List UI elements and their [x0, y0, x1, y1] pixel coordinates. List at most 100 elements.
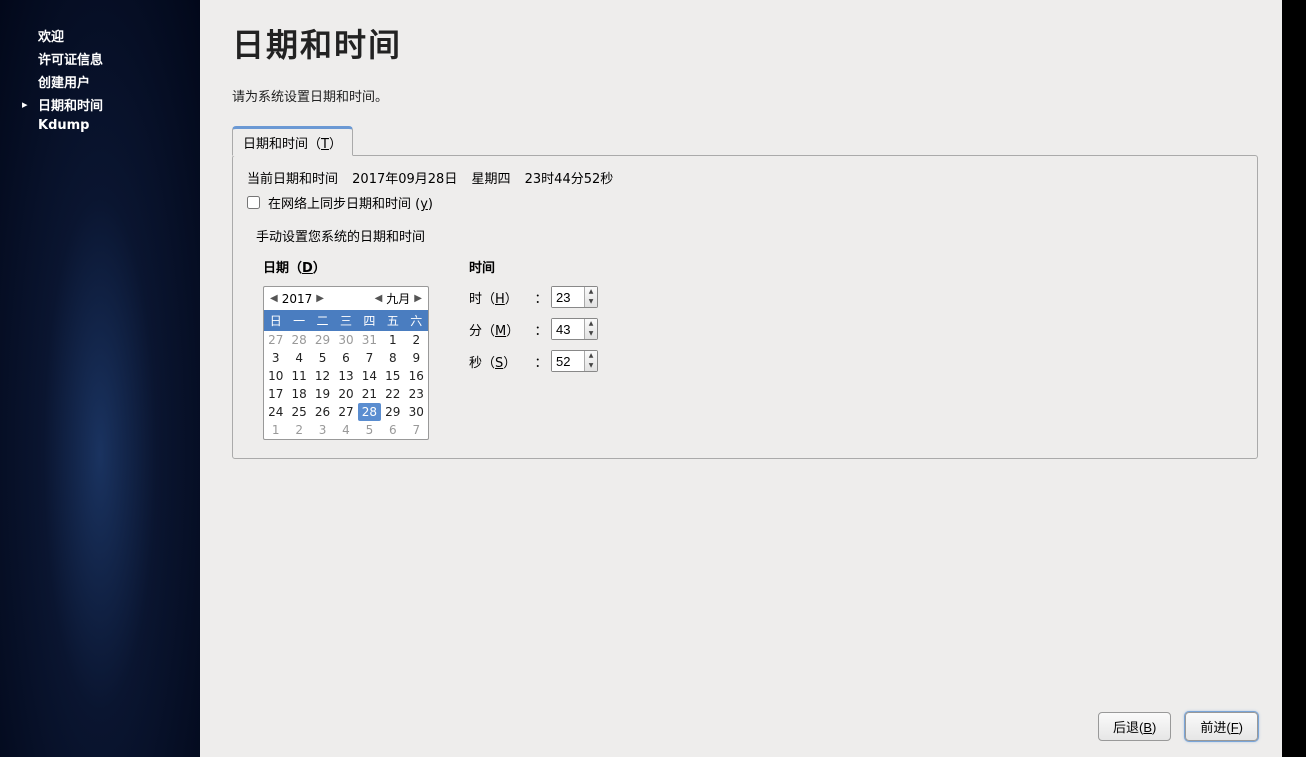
page-subtitle: 请为系统设置日期和时间。 — [232, 86, 1258, 105]
calendar-day[interactable]: 23 — [405, 385, 428, 403]
sidebar-item-create-user[interactable]: 创建用户 — [0, 70, 200, 93]
calendar-day[interactable]: 29 — [311, 331, 334, 349]
network-sync-label[interactable]: 在网络上同步日期和时间 (y) — [268, 193, 433, 212]
calendar-day[interactable]: 4 — [334, 421, 357, 439]
hour-spinner[interactable]: ▲ ▼ — [551, 286, 598, 308]
current-time: 23时44分52秒 — [525, 172, 614, 187]
calendar-day[interactable]: 6 — [334, 349, 357, 367]
tab-shortcut: T — [321, 137, 329, 152]
calendar-day[interactable]: 1 — [381, 331, 404, 349]
datetime-panel: 当前日期和时间 2017年09月28日 星期四 23时44分52秒 在网络上同步… — [232, 155, 1258, 459]
calendar-day[interactable]: 11 — [287, 367, 310, 385]
current-datetime-row: 当前日期和时间 2017年09月28日 星期四 23时44分52秒 — [247, 168, 1243, 187]
calendar-weekday: 三 — [334, 310, 357, 331]
sidebar-item-label: 许可证信息 — [38, 49, 103, 68]
tab-datetime[interactable]: 日期和时间（T） — [232, 126, 353, 156]
calendar-header: ◀ 2017 ▶ ◀ 九月 ▶ — [264, 287, 428, 310]
calendar-day[interactable]: 21 — [358, 385, 381, 403]
sidebar-item-kdump[interactable]: Kdump — [0, 116, 200, 135]
second-input[interactable] — [552, 351, 584, 371]
time-column: 时间 时（H） ： ▲ ▼ — [469, 257, 598, 440]
calendar-day[interactable]: 20 — [334, 385, 357, 403]
calendar-day[interactable]: 31 — [358, 331, 381, 349]
calendar-day[interactable]: 3 — [264, 349, 287, 367]
calendar-day[interactable]: 27 — [264, 331, 287, 349]
next-month-icon[interactable]: ▶ — [412, 293, 424, 304]
sidebar-item-label: 日期和时间 — [38, 95, 103, 114]
sidebar-item-license[interactable]: 许可证信息 — [0, 47, 200, 70]
calendar-day[interactable]: 19 — [311, 385, 334, 403]
next-year-icon[interactable]: ▶ — [314, 293, 326, 304]
calendar-day[interactable]: 14 — [358, 367, 381, 385]
calendar-day[interactable]: 2 — [405, 331, 428, 349]
sidebar: 欢迎 许可证信息 创建用户 ▸ 日期和时间 Kdump — [0, 0, 200, 757]
calendar-month[interactable]: 九月 — [386, 290, 410, 307]
calendar-day[interactable]: 25 — [287, 403, 310, 421]
sidebar-item-welcome[interactable]: 欢迎 — [0, 24, 200, 47]
calendar-weekday: 四 — [358, 310, 381, 331]
tab-label-post: ） — [329, 137, 342, 152]
calendar-day[interactable]: 28 — [358, 403, 381, 421]
calendar-weekday: 日 — [264, 310, 287, 331]
network-sync-row: 在网络上同步日期和时间 (y) — [247, 193, 1243, 212]
calendar-day[interactable]: 22 — [381, 385, 404, 403]
calendar-day[interactable]: 6 — [381, 421, 404, 439]
calendar-day[interactable]: 13 — [334, 367, 357, 385]
calendar-day[interactable]: 9 — [405, 349, 428, 367]
sidebar-item-datetime[interactable]: ▸ 日期和时间 — [0, 93, 200, 116]
calendar-day[interactable]: 7 — [405, 421, 428, 439]
calendar-day[interactable]: 5 — [358, 421, 381, 439]
separator: ： — [531, 320, 551, 339]
calendar-day[interactable]: 26 — [311, 403, 334, 421]
minute-input[interactable] — [552, 319, 584, 339]
second-down-icon[interactable]: ▼ — [585, 361, 597, 371]
calendar-weekday: 五 — [381, 310, 404, 331]
second-up-icon[interactable]: ▲ — [585, 351, 597, 361]
forward-button[interactable]: 前进(F) — [1185, 712, 1258, 741]
calendar-day[interactable]: 8 — [381, 349, 404, 367]
calendar-day[interactable]: 12 — [311, 367, 334, 385]
calendar-day[interactable]: 5 — [311, 349, 334, 367]
second-label: 秒（S） — [469, 352, 531, 371]
minute-up-icon[interactable]: ▲ — [585, 319, 597, 329]
hour-input[interactable] — [552, 287, 584, 307]
manual-set-hint: 手动设置您系统的日期和时间 — [256, 226, 1243, 245]
calendar-day[interactable]: 29 — [381, 403, 404, 421]
calendar-weekday: 六 — [405, 310, 428, 331]
calendar-day[interactable]: 2 — [287, 421, 310, 439]
calendar-day[interactable]: 24 — [264, 403, 287, 421]
prev-year-icon[interactable]: ◀ — [268, 293, 280, 304]
back-button[interactable]: 后退(B) — [1098, 712, 1171, 741]
calendar-day[interactable]: 16 — [405, 367, 428, 385]
calendar-day[interactable]: 15 — [381, 367, 404, 385]
calendar-day[interactable]: 10 — [264, 367, 287, 385]
second-spinner[interactable]: ▲ ▼ — [551, 350, 598, 372]
calendar-weekday: 一 — [287, 310, 310, 331]
calendar-day[interactable]: 3 — [311, 421, 334, 439]
calendar-day[interactable]: 17 — [264, 385, 287, 403]
network-sync-checkbox[interactable] — [247, 196, 260, 209]
minute-down-icon[interactable]: ▼ — [585, 329, 597, 339]
second-row: 秒（S） ： ▲ ▼ — [469, 350, 598, 372]
hour-down-icon[interactable]: ▼ — [585, 297, 597, 307]
calendar-day[interactable]: 30 — [334, 331, 357, 349]
calendar-day[interactable]: 28 — [287, 331, 310, 349]
footer-buttons: 后退(B) 前进(F) — [1098, 712, 1258, 741]
minute-label: 分（M） — [469, 320, 531, 339]
calendar-day[interactable]: 7 — [358, 349, 381, 367]
calendar-grid: 日一二三四五六 27282930311234567891011121314151… — [264, 310, 428, 439]
page-title: 日期和时间 — [232, 20, 1258, 66]
calendar-year[interactable]: 2017 — [282, 292, 313, 306]
calendar-widget[interactable]: ◀ 2017 ▶ ◀ 九月 ▶ 日一二三四五六 — [263, 286, 429, 440]
hour-up-icon[interactable]: ▲ — [585, 287, 597, 297]
calendar-day[interactable]: 4 — [287, 349, 310, 367]
sidebar-item-label: 创建用户 — [38, 72, 90, 91]
calendar-day[interactable]: 27 — [334, 403, 357, 421]
calendar-day[interactable]: 1 — [264, 421, 287, 439]
calendar-day[interactable]: 18 — [287, 385, 310, 403]
calendar-day[interactable]: 30 — [405, 403, 428, 421]
current-date: 2017年09月28日 — [352, 172, 457, 187]
prev-month-icon[interactable]: ◀ — [373, 293, 385, 304]
minute-spinner[interactable]: ▲ ▼ — [551, 318, 598, 340]
main-panel: 日期和时间 请为系统设置日期和时间。 日期和时间（T） 当前日期和时间 2017… — [200, 0, 1282, 757]
